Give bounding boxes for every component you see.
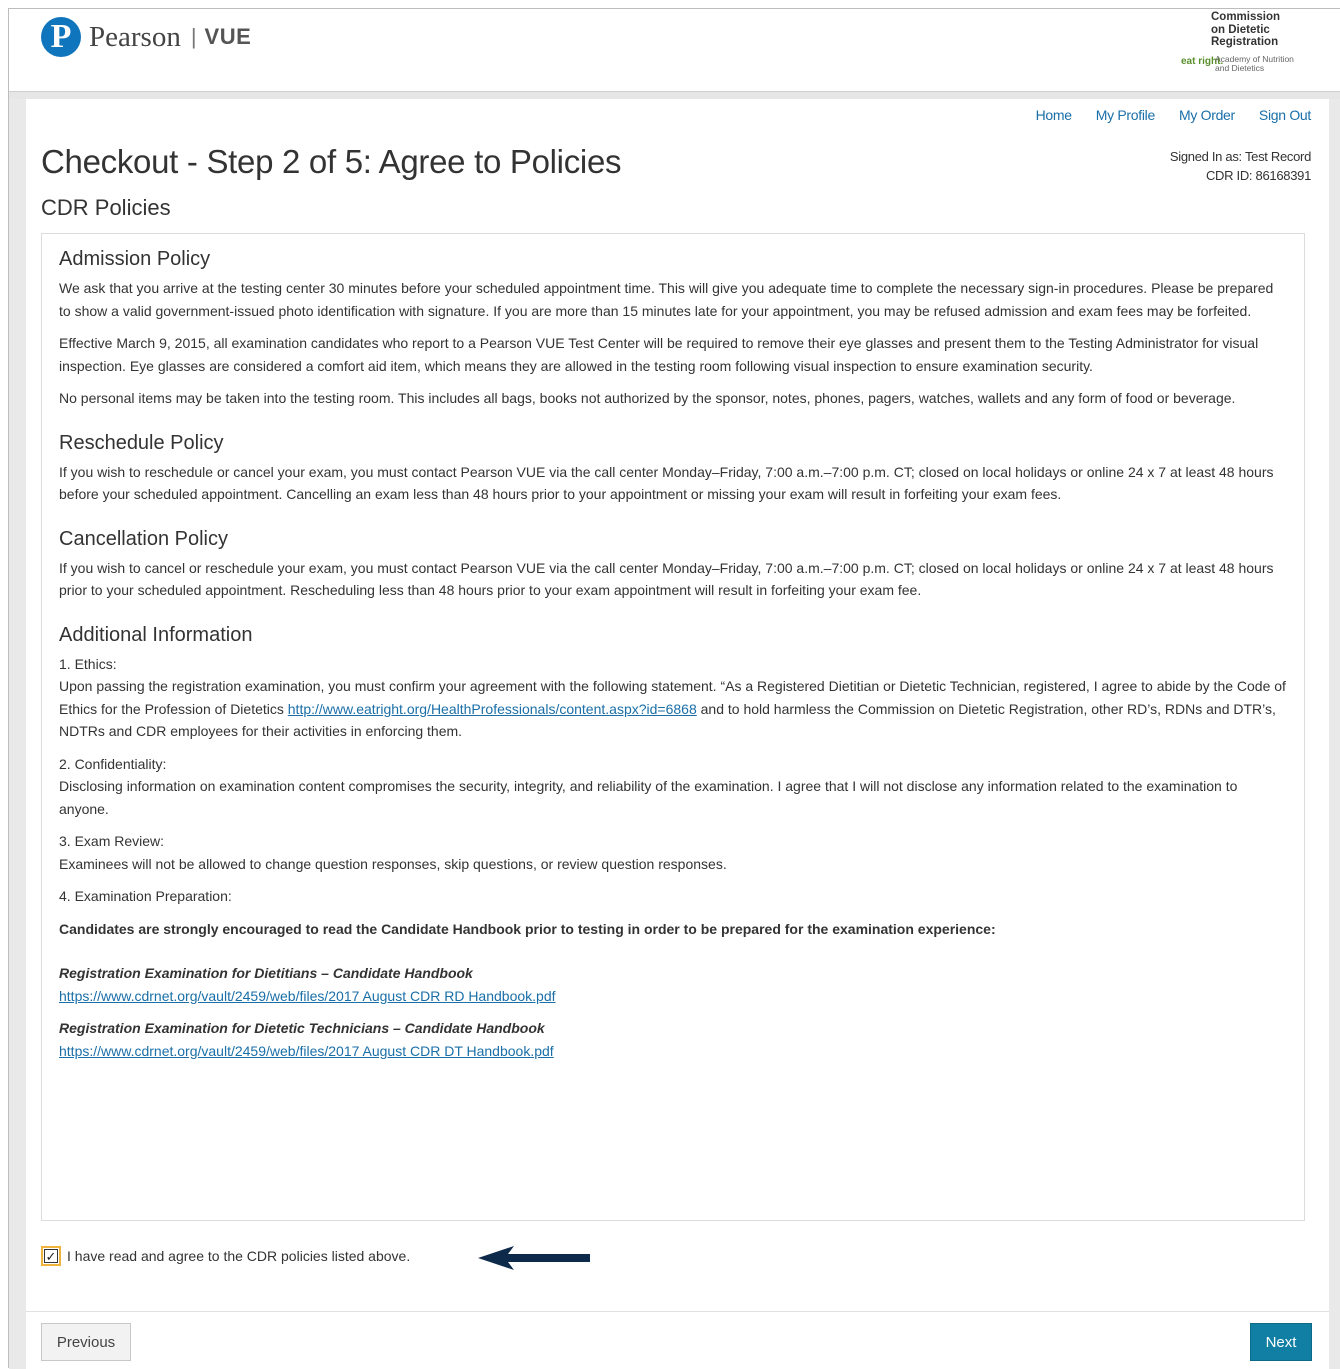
footer-divider — [26, 1311, 1329, 1312]
pearson-p-icon: P — [41, 17, 81, 57]
exam-review-label: 3. Exam Review: — [59, 833, 165, 849]
reschedule-policy-heading: Reschedule Policy — [59, 431, 224, 454]
confidentiality-section: 2. Confidentiality: Disclosing informati… — [59, 753, 1288, 821]
policies-panel: Admission Policy We ask that you arrive … — [41, 233, 1305, 1221]
cdr-logo-title: Commission on Dietetic Registration — [1211, 11, 1281, 48]
exam-prep-label: 4. Examination Preparation: — [59, 888, 232, 904]
next-button[interactable]: Next — [1250, 1323, 1312, 1361]
cancellation-policy-heading: Cancellation Policy — [59, 527, 228, 550]
page-shell: Home My Profile My Order Sign Out Signed… — [9, 99, 1340, 1369]
admission-paragraph-3: No personal items may be taken into the … — [59, 390, 1236, 406]
admission-paragraph-2: Effective March 9, 2015, all examination… — [59, 335, 1259, 374]
page-title: Checkout - Step 2 of 5: Agree to Policie… — [41, 143, 622, 180]
page-subtitle: CDR Policies — [41, 195, 171, 220]
exam-review-text: Examinees will not be allowed to change … — [59, 855, 727, 872]
ethics-section: 1. Ethics: Upon passing the registration… — [59, 653, 1288, 743]
nav-sign-out-link[interactable]: Sign Out — [1259, 107, 1311, 123]
checkmark-icon: ✓ — [44, 1248, 58, 1264]
confidentiality-text: Disclosing information on examination co… — [59, 778, 1238, 817]
previous-button[interactable]: Previous — [41, 1323, 131, 1361]
signed-in-info: Signed In as: Test Record CDR ID: 861683… — [1170, 147, 1311, 185]
admission-policy-heading: Admission Policy — [59, 248, 211, 270]
main-content: Home My Profile My Order Sign Out Signed… — [26, 99, 1329, 1369]
cancellation-paragraph: If you wish to cancel or reschedule your… — [59, 559, 1274, 599]
site-header: P Pearson | VUE Commission on Dietetic R… — [9, 9, 1340, 93]
ethics-label: 1. Ethics: — [59, 655, 117, 672]
rd-handbook-link[interactable]: https://www.cdrnet.org/vault/2459/web/fi… — [59, 988, 556, 1004]
rd-handbook-title: Registration Examination for Dietitians … — [59, 965, 473, 981]
header-divider — [9, 91, 1340, 99]
agree-checkbox-label[interactable]: I have read and agree to the CDR policie… — [67, 1248, 410, 1264]
signed-in-name: Signed In as: Test Record — [1169, 149, 1311, 164]
agree-checkbox[interactable]: ✓ — [41, 1246, 61, 1266]
dt-handbook-section: Registration Examination for Dietetic Te… — [59, 1017, 1288, 1062]
nav-my-profile-link[interactable]: My Profile — [1096, 107, 1156, 123]
rd-handbook-section: Registration Examination for Dietitians … — [59, 962, 1288, 1007]
code-of-ethics-link[interactable]: http://www.eatright.org/HealthProfession… — [288, 701, 697, 717]
reschedule-paragraph: If you wish to reschedule or cancel your… — [59, 463, 1274, 503]
admission-paragraph-1: We ask that you arrive at the testing ce… — [59, 280, 1274, 319]
cdr-logo: Commission on Dietetic Registration eat … — [1181, 11, 1305, 77]
agree-policies-row[interactable]: ✓ I have read and agree to the CDR polic… — [41, 1245, 410, 1267]
brand-separator: | — [190, 24, 197, 49]
browser-frame: P Pearson | VUE Commission on Dietetic R… — [8, 8, 1340, 1369]
nav-my-order-link[interactable]: My Order — [1179, 107, 1235, 123]
nav-home-link[interactable]: Home — [1036, 107, 1072, 123]
exam-review-section: 3. Exam Review: Examinees will not be al… — [59, 830, 1288, 875]
brand-product: VUE — [204, 24, 252, 49]
pearson-vue-logo[interactable]: P Pearson | VUE — [41, 13, 251, 61]
academy-logo-text: Academy of Nutrition and Dietetics — [1215, 54, 1294, 73]
cdr-id: CDR ID: 86168391 — [1205, 168, 1311, 183]
additional-info-heading: Additional Information — [59, 623, 253, 646]
top-navigation: Home My Profile My Order Sign Out — [1036, 107, 1312, 123]
pointer-arrow-icon — [478, 1246, 590, 1270]
dt-handbook-title: Registration Examination for Dietetic Te… — [59, 1020, 545, 1036]
confidentiality-label: 2. Confidentiality: — [59, 755, 167, 772]
brand-name: Pearson — [89, 20, 181, 53]
exam-prep-statement: Candidates are strongly encouraged to re… — [59, 920, 996, 937]
dt-handbook-link[interactable]: https://www.cdrnet.org/vault/2459/web/fi… — [59, 1043, 554, 1059]
